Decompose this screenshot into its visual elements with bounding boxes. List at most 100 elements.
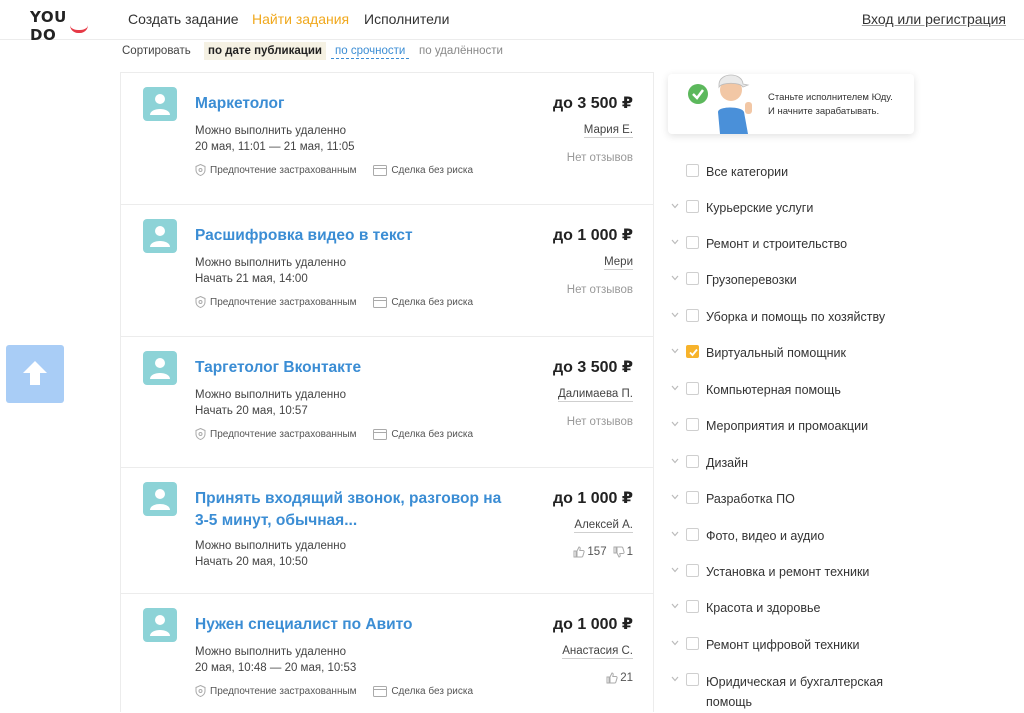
likes: 157 [573, 546, 607, 558]
category-item-appliance-repair[interactable]: Установка и ремонт техники [668, 560, 918, 582]
checkbox[interactable] [686, 637, 699, 650]
chevron-down-icon[interactable] [670, 237, 680, 247]
become-performer-banner[interactable]: Станьте исполнителем Юду. И начните зара… [668, 74, 914, 134]
task-price: до 3 500 ₽ [553, 95, 633, 112]
nav-find-tasks[interactable]: Найти задания [252, 11, 349, 27]
dislikes: 1 [613, 546, 633, 558]
category-label: Разработка ПО [706, 492, 795, 506]
checkbox[interactable] [686, 164, 699, 177]
category-item-beauty[interactable]: Красота и здоровье [668, 596, 918, 618]
task-price: до 1 000 ₽ [553, 227, 633, 244]
dislikes-count: 1 [626, 546, 633, 558]
chevron-down-icon[interactable] [670, 310, 680, 320]
category-item-cleaning[interactable]: Уборка и помощь по хозяйству [668, 305, 918, 327]
checkbox[interactable] [686, 455, 699, 468]
category-label: Дизайн [706, 456, 749, 470]
insured-tag-label: Предпочтение застрахованным [210, 428, 357, 440]
sort-label: Сортировать [122, 45, 191, 57]
chevron-down-icon[interactable] [670, 492, 680, 502]
task-reviews: Нет отзывов [566, 416, 633, 428]
checkbox[interactable] [686, 528, 699, 541]
checkbox[interactable] [686, 200, 699, 213]
card-icon [373, 429, 388, 440]
chevron-down-icon[interactable] [670, 638, 680, 648]
insured-tag: Предпочтение застрахованным [195, 428, 357, 440]
checkbox[interactable] [686, 600, 699, 613]
chevron-down-icon[interactable] [670, 456, 680, 466]
task-card[interactable]: Нужен специалист по Авито до 1 000 ₽ Мож… [121, 594, 653, 713]
chevron-down-icon[interactable] [670, 346, 680, 356]
task-price: до 3 500 ₽ [553, 359, 633, 376]
nav-performers[interactable]: Исполнители [364, 11, 449, 27]
category-item-cargo[interactable]: Грузоперевозки [668, 268, 918, 290]
checkbox[interactable] [686, 309, 699, 322]
chevron-down-icon[interactable] [670, 674, 680, 684]
checkbox[interactable] [686, 564, 699, 577]
task-title[interactable]: Принять входящий звонок, разговор на 3-5… [195, 488, 515, 532]
chevron-down-icon[interactable] [670, 565, 680, 575]
task-author[interactable]: Алексей А. [574, 519, 633, 533]
nav-create-task[interactable]: Создать задание [128, 11, 239, 27]
safe-deal-tag-label: Сделка без риска [391, 165, 474, 176]
insured-tag-label: Предпочтение застрахованным [210, 685, 357, 697]
sort-by-date[interactable]: по дате публикации [204, 42, 326, 60]
checkbox-checked[interactable] [686, 345, 699, 358]
task-card[interactable]: Маркетолог до 3 500 ₽ Можно выполнить уд… [121, 73, 653, 205]
task-author[interactable]: Мария Е. [583, 124, 633, 138]
checkbox[interactable] [686, 272, 699, 285]
category-item-virtual-assistant[interactable]: Виртуальный помощник [668, 341, 918, 363]
checkbox[interactable] [686, 236, 699, 249]
task-card[interactable]: Принять входящий звонок, разговор на 3-5… [121, 468, 653, 594]
task-time: 20 мая, 11:01 — 21 мая, 11:05 [195, 141, 355, 153]
category-item-courier[interactable]: Курьерские услуги [668, 196, 918, 218]
category-label: Юридическая и бухгалтерская помощь [706, 675, 884, 709]
category-item-software[interactable]: Разработка ПО [668, 487, 918, 509]
scroll-up-button[interactable] [6, 345, 64, 403]
user-icon [150, 615, 170, 636]
task-card[interactable]: Расшифровка видео в текст до 1 000 ₽ Мож… [121, 205, 653, 337]
task-author[interactable]: Мери [604, 256, 633, 270]
category-label: Виртуальный помощник [706, 346, 846, 360]
checkbox[interactable] [686, 382, 699, 395]
chevron-down-icon[interactable] [670, 529, 680, 539]
safe-deal-tag-label: Сделка без риска [391, 297, 474, 308]
chevron-down-icon[interactable] [670, 201, 680, 211]
category-item-computer-help[interactable]: Компьютерная помощь [668, 378, 918, 400]
task-card[interactable]: Таргетолог Вконтакте до 3 500 ₽ Можно вы… [121, 337, 653, 468]
chevron-down-icon[interactable] [670, 273, 680, 283]
login-register-link[interactable]: Вход или регистрация [862, 11, 1006, 27]
chevron-down-icon[interactable] [670, 419, 680, 429]
task-title[interactable]: Таргетолог Вконтакте [195, 357, 525, 379]
category-label: Все категории [706, 165, 789, 179]
sort-by-distance[interactable]: по удалённости [415, 42, 507, 60]
category-item-digital-repair[interactable]: Ремонт цифровой техники [668, 633, 918, 655]
sort-by-urgency[interactable]: по срочности [331, 42, 410, 59]
category-label: Грузоперевозки [706, 273, 797, 287]
chevron-down-icon[interactable] [670, 601, 680, 611]
checkbox[interactable] [686, 673, 699, 686]
task-author[interactable]: Анастасия С. [562, 645, 633, 659]
task-title[interactable]: Нужен специалист по Авито [195, 614, 525, 636]
task-title[interactable]: Маркетолог [195, 93, 525, 115]
task-reviews: Нет отзывов [566, 284, 633, 296]
category-label: Фото, видео и аудио [706, 529, 825, 543]
task-title[interactable]: Расшифровка видео в текст [195, 225, 525, 247]
task-author[interactable]: Далимаева П. [557, 388, 633, 402]
task-location: Можно выполнить удаленно [195, 257, 346, 269]
category-item-design[interactable]: Дизайн [668, 451, 918, 473]
task-tags: Предпочтение застрахованным Сделка без р… [195, 296, 487, 311]
thumbs-down-icon [613, 546, 625, 558]
category-item-legal[interactable]: Юридическая и бухгалтерская помощь [668, 669, 918, 709]
category-item-events[interactable]: Мероприятия и промоакции [668, 414, 918, 436]
checkbox[interactable] [686, 491, 699, 504]
category-label: Компьютерная помощь [706, 383, 841, 397]
category-item-photo-video[interactable]: Фото, видео и аудио [668, 524, 918, 546]
avatar [143, 87, 177, 121]
safe-deal-tag: Сделка без риска [373, 686, 473, 697]
category-item-repair-construction[interactable]: Ремонт и строительство [668, 232, 918, 254]
category-item-all[interactable]: Все категории [668, 160, 918, 182]
chevron-down-icon[interactable] [670, 383, 680, 393]
checkbox[interactable] [686, 418, 699, 431]
card-icon [373, 165, 388, 176]
youdo-logo[interactable]: YOU DO [30, 8, 92, 44]
